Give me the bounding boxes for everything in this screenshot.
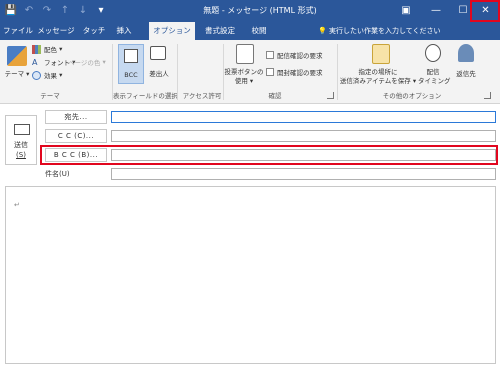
voting-label-2: 使用 ▾: [234, 77, 254, 85]
compose-area: 送信 (S) 宛先... C C (C)... B C C (B)... 件名(…: [0, 105, 500, 367]
tracking-dialog-launcher-icon[interactable]: [327, 92, 334, 99]
down-arrow-icon[interactable]: ↓: [76, 4, 90, 18]
close-button-highlight: [470, 0, 500, 22]
delay-delivery-icon: [425, 44, 441, 62]
tell-me-box[interactable]: 💡 実行したい作業を入力してください: [318, 22, 441, 40]
theme-group-label: テーマ: [40, 92, 60, 100]
tab-insert[interactable]: 挿入: [112, 22, 136, 40]
colors-icon: [32, 44, 41, 54]
voting-label-1: 投票ボタンの: [224, 68, 264, 76]
message-body[interactable]: ↵: [5, 186, 496, 364]
bcc-icon: [124, 49, 138, 63]
save-icon[interactable]: 💾: [4, 4, 18, 18]
customize-qat-icon[interactable]: ▾: [94, 4, 108, 18]
theme-button[interactable]: テーマ ▾: [2, 68, 32, 78]
voting-buttons-button[interactable]: 投票ボタンの 使用 ▾: [224, 68, 264, 86]
more-options-group-label: その他のオプション: [382, 92, 442, 100]
show-fields-group-label: 表示フィールドの選択: [113, 92, 178, 100]
delay-label-2: タイミング: [418, 77, 451, 85]
subject-field[interactable]: [111, 168, 496, 180]
to-field[interactable]: [111, 111, 496, 123]
fonts-icon: A: [32, 57, 38, 67]
subject-label: 件名(U): [45, 170, 70, 178]
theme-label: テーマ: [4, 70, 25, 78]
save-sent-item-button[interactable]: 指定の場所に 送信済みアイテムを保存 ▾: [338, 68, 418, 86]
from-icon: [150, 46, 166, 60]
undo-icon[interactable]: ↶: [22, 4, 36, 18]
quick-access-toolbar: 💾 ↶ ↷ ↑ ↓ ▾: [4, 3, 112, 19]
read-receipt-box[interactable]: [266, 68, 274, 76]
tracking-group-label: 確認: [268, 92, 282, 100]
separator: [177, 44, 178, 100]
up-arrow-icon[interactable]: ↑: [58, 4, 72, 18]
tab-message[interactable]: メッセージ: [36, 22, 76, 40]
tab-file[interactable]: ファイル: [2, 22, 34, 40]
fonts-label: フォント: [44, 59, 70, 67]
save-sent-item-icon: [372, 44, 390, 64]
voting-buttons-icon: [236, 44, 254, 64]
tab-format-text[interactable]: 書式設定: [199, 22, 241, 40]
more-options-dialog-launcher-icon[interactable]: [484, 92, 491, 99]
save-sent-label-1: 指定の場所に: [358, 68, 398, 76]
read-receipt-checkbox[interactable]: 開封確認の要求: [266, 67, 323, 77]
delay-label-1: 配信: [426, 68, 440, 76]
reply-to-icon: [458, 44, 474, 62]
delivery-receipt-box[interactable]: [266, 51, 274, 59]
save-sent-label-2: 送信済みアイテムを保存 ▾: [339, 77, 417, 85]
ribbon-tabs: ファイル メッセージ タッチ 挿入 オプション 書式設定 校閲 💡 実行したい作…: [0, 22, 500, 40]
to-button[interactable]: 宛先...: [45, 110, 107, 124]
send-button[interactable]: 送信 (S): [5, 115, 37, 165]
title-bar: 💾 ↶ ↷ ↑ ↓ ▾ 無題 - メッセージ (HTML 形式) ▣ — ☐ ✕: [0, 0, 500, 22]
tab-touch[interactable]: タッチ: [80, 22, 108, 40]
window-title: 無題 - メッセージ (HTML 形式): [203, 6, 317, 15]
tell-me-text: 実行したい作業を入力してください: [328, 27, 441, 35]
theme-icon: [7, 46, 27, 66]
from-button[interactable]: 差出人: [145, 68, 173, 78]
tab-review[interactable]: 校閲: [247, 22, 271, 40]
effects-icon: [32, 70, 41, 80]
send-label: 送信 (S): [14, 141, 28, 159]
send-envelope-icon: [14, 124, 30, 135]
bcc-label: BCC: [124, 71, 138, 79]
colors-label: 配色: [44, 46, 57, 54]
ribbon-display-options-button[interactable]: ▣: [392, 0, 420, 22]
redo-icon[interactable]: ↷: [40, 4, 54, 18]
read-receipt-label: 開封確認の要求: [277, 69, 323, 77]
page-color-button[interactable]: ページの色 ▾: [68, 57, 106, 67]
page-color-label: ページの色: [68, 59, 101, 67]
minimize-button[interactable]: —: [422, 0, 450, 22]
delivery-receipt-checkbox[interactable]: 配信確認の要求: [266, 50, 323, 60]
tab-options[interactable]: オプション: [149, 22, 195, 40]
lightbulb-icon: 💡: [318, 27, 327, 35]
reply-to-button[interactable]: 返信先: [450, 68, 482, 78]
effects-button[interactable]: 効果 ▾: [32, 70, 62, 80]
ribbon: テーマ ▾ 配色 ▾ A フォント ▾ 効果 ▾ ページの色 ▾ テーマ BCC …: [0, 40, 500, 104]
delay-delivery-button[interactable]: 配信 タイミング: [418, 68, 451, 86]
bcc-row-highlight: [40, 145, 498, 165]
cc-field[interactable]: [111, 130, 496, 142]
paragraph-mark: ↵: [14, 201, 20, 209]
colors-button[interactable]: 配色 ▾: [32, 44, 62, 54]
cc-button[interactable]: C C (C)...: [45, 129, 107, 143]
effects-label: 効果: [44, 72, 57, 80]
delivery-receipt-label: 配信確認の要求: [277, 52, 323, 60]
bcc-toggle-button[interactable]: BCC: [118, 44, 144, 84]
permission-group-label: アクセス許可: [182, 92, 222, 100]
